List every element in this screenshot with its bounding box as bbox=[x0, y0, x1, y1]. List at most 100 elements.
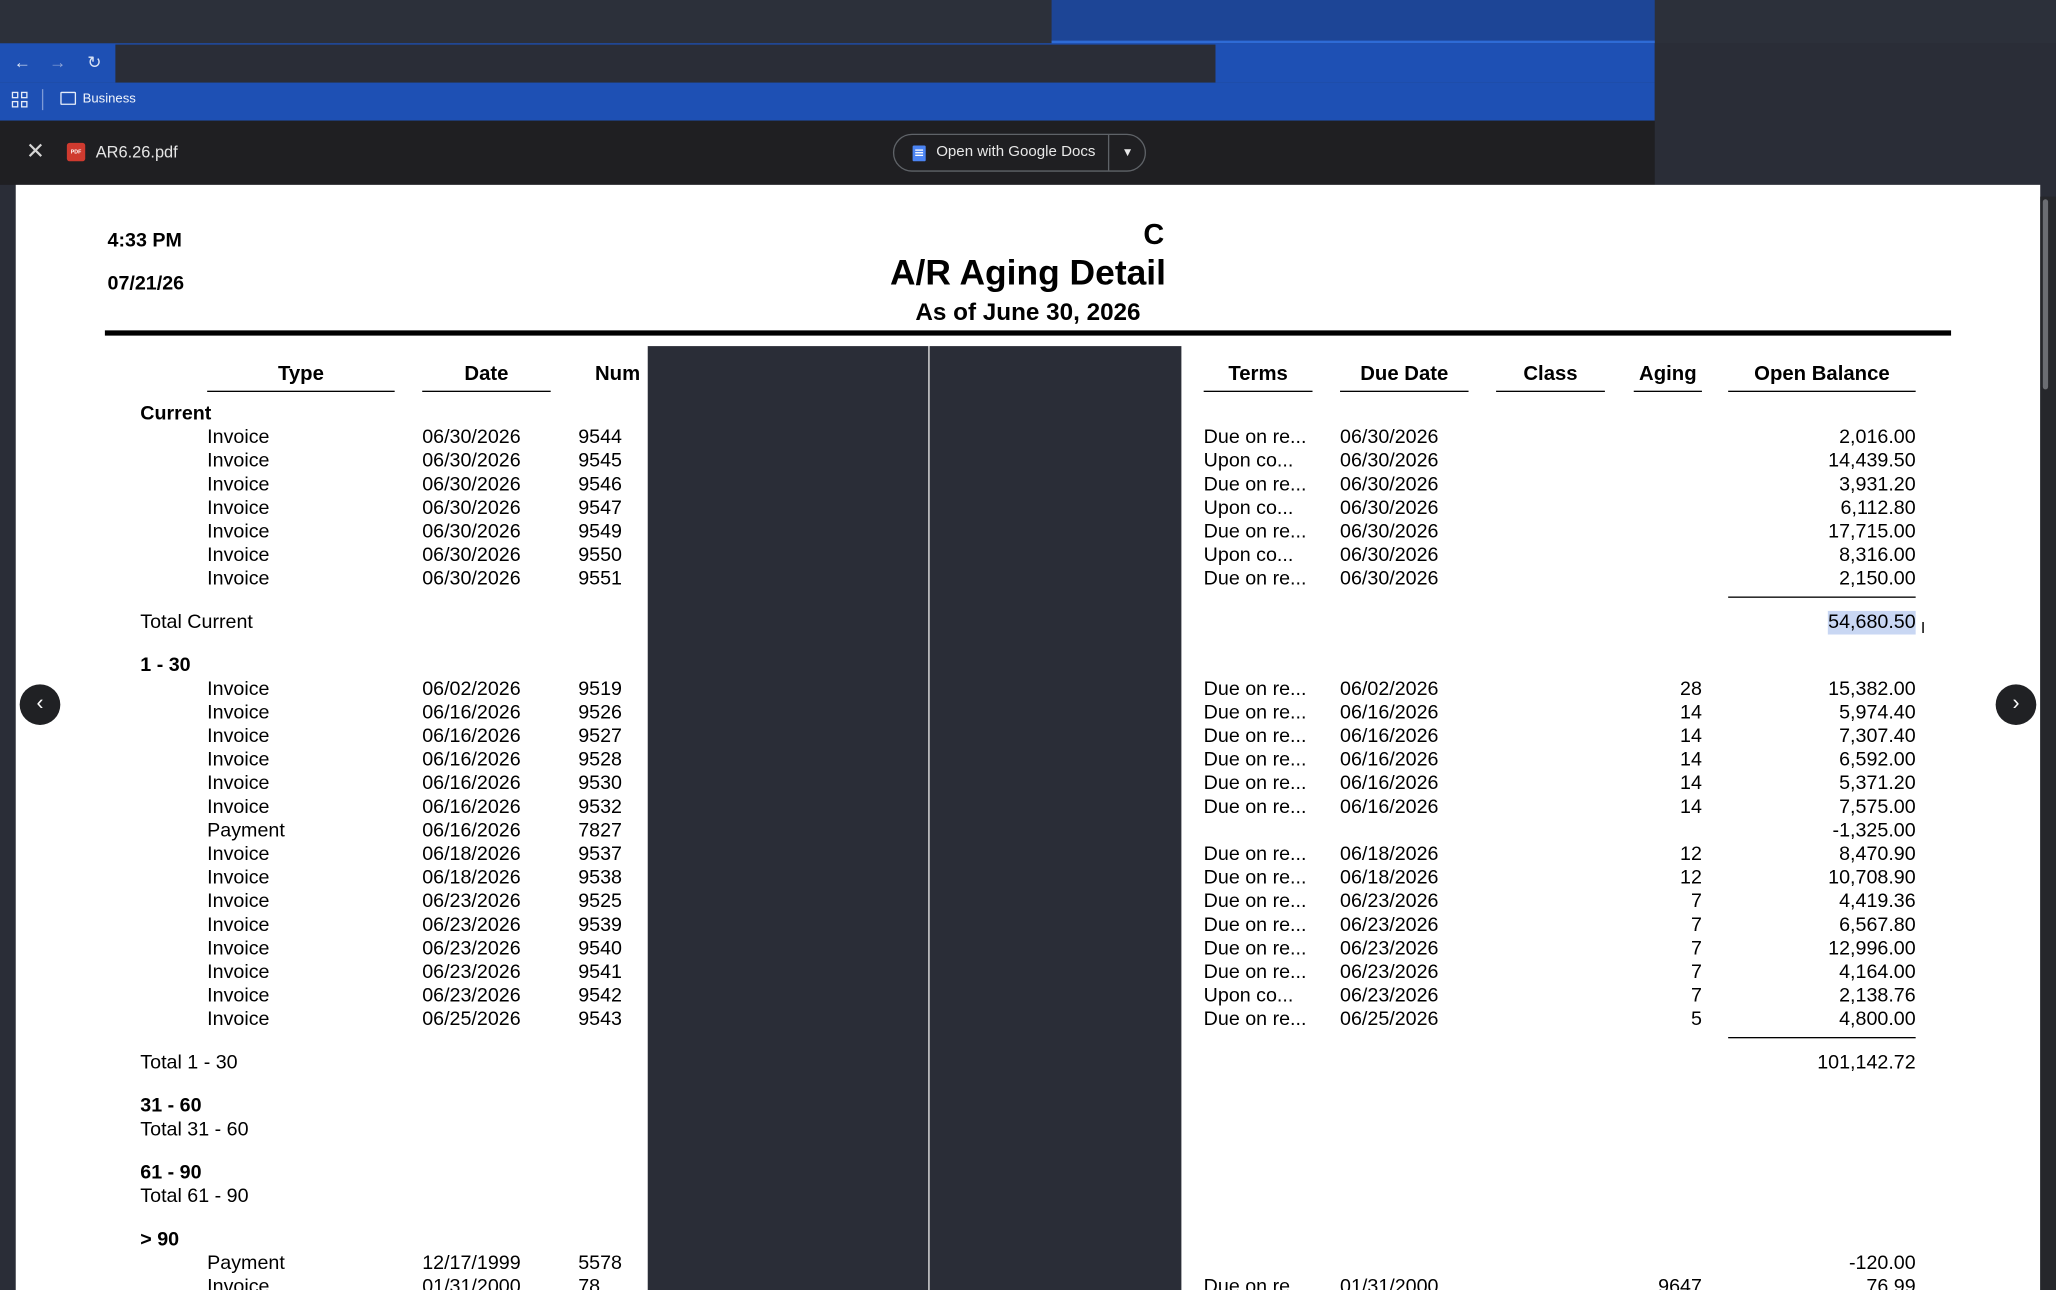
open-with-label: Open with Google Docs bbox=[936, 144, 1096, 160]
total-balance: 101,142.72 bbox=[1817, 1051, 1916, 1074]
subtotal-underline bbox=[1728, 1037, 1916, 1039]
cell-aging: 28 bbox=[1680, 677, 1702, 701]
cell-open-balance: 2,150.00 bbox=[1839, 567, 1916, 590]
cell-terms: Due on re... bbox=[1203, 677, 1307, 701]
column-header-class: Class bbox=[1523, 363, 1578, 386]
cell-open-balance: -120.00 bbox=[1848, 1252, 1916, 1275]
cell-terms: Due on re... bbox=[1203, 842, 1307, 866]
cell-open-balance: 17,715.00 bbox=[1828, 520, 1916, 543]
cell-open-balance: 4,164.00 bbox=[1839, 960, 1916, 984]
chevron-right-icon[interactable]: › bbox=[1995, 684, 2037, 725]
column-underline bbox=[1633, 390, 1702, 392]
cell-due-date: 06/23/2026 bbox=[1340, 890, 1439, 913]
cell-date: 06/23/2026 bbox=[422, 984, 521, 1007]
cell-date: 06/30/2026 bbox=[422, 544, 521, 567]
cell-aging: 12 bbox=[1680, 842, 1702, 866]
close-icon[interactable]: ✕ bbox=[22, 139, 48, 165]
cell-num: 9550 bbox=[578, 544, 623, 567]
address-bar[interactable] bbox=[115, 44, 1216, 83]
arrow-right-icon[interactable]: → bbox=[47, 52, 68, 73]
column-header-num: Num bbox=[594, 363, 641, 386]
cell-due-date: 06/23/2026 bbox=[1340, 960, 1439, 984]
cell-type: Invoice bbox=[207, 748, 270, 771]
cell-aging: 14 bbox=[1680, 701, 1702, 724]
cell-due-date: 06/30/2026 bbox=[1340, 473, 1439, 496]
arrow-left-icon[interactable]: ← bbox=[12, 52, 33, 73]
apps-grid-icon[interactable] bbox=[11, 91, 28, 108]
cell-type: Invoice bbox=[207, 496, 270, 520]
scrollbar-thumb[interactable] bbox=[2042, 199, 2049, 390]
cell-aging: 14 bbox=[1680, 795, 1702, 819]
cell-num: 78 bbox=[578, 1275, 601, 1290]
open-with-google-docs-button[interactable]: Open with Google Docs ▼ bbox=[892, 133, 1146, 172]
total-label: Total 61 - 90 bbox=[140, 1185, 249, 1208]
cell-type: Invoice bbox=[207, 701, 270, 724]
cell-num: 9539 bbox=[578, 913, 623, 937]
folder-icon[interactable] bbox=[60, 91, 77, 105]
google-docs-icon bbox=[912, 145, 926, 162]
cell-open-balance: 6,592.00 bbox=[1839, 748, 1916, 771]
cell-due-date: 06/30/2026 bbox=[1340, 567, 1439, 590]
cell-date: 06/18/2026 bbox=[422, 866, 521, 889]
cell-due-date: 06/16/2026 bbox=[1340, 724, 1439, 748]
cell-due-date: 06/16/2026 bbox=[1340, 772, 1439, 795]
cell-num: 9532 bbox=[578, 795, 623, 819]
cell-num: 9544 bbox=[578, 426, 623, 449]
cell-num: 9538 bbox=[578, 866, 623, 889]
cell-num: 9540 bbox=[578, 937, 623, 960]
cell-aging: 5 bbox=[1690, 1008, 1702, 1031]
cell-open-balance: 2,138.76 bbox=[1839, 984, 1916, 1007]
bookmarks-bar bbox=[0, 82, 1655, 121]
cell-open-balance: 10,708.90 bbox=[1828, 866, 1916, 889]
cell-due-date: 01/31/2000 bbox=[1340, 1275, 1439, 1290]
cell-type: Invoice bbox=[207, 890, 270, 913]
reload-icon[interactable]: ↻ bbox=[84, 52, 105, 73]
cell-open-balance: 8,470.90 bbox=[1839, 842, 1916, 866]
column-header-aging: Aging bbox=[1639, 363, 1697, 386]
section-label: 61 - 90 bbox=[140, 1161, 202, 1184]
cell-terms: Due on re... bbox=[1203, 701, 1307, 724]
company-name-fragment: C bbox=[1143, 217, 1165, 251]
selected-total-balance[interactable]: 54,680.50 bbox=[1828, 610, 1916, 635]
cell-due-date: 06/02/2026 bbox=[1340, 677, 1439, 701]
column-underline bbox=[207, 390, 395, 392]
cell-open-balance: 15,382.00 bbox=[1828, 677, 1916, 701]
caret-down-icon[interactable]: ▼ bbox=[1117, 143, 1138, 163]
column-header-terms: Terms bbox=[1228, 363, 1288, 386]
cell-due-date: 06/25/2026 bbox=[1340, 1008, 1439, 1031]
cell-date: 06/23/2026 bbox=[422, 937, 521, 960]
cell-num: 9530 bbox=[578, 772, 623, 795]
cell-type: Invoice bbox=[207, 473, 270, 496]
cell-num: 9519 bbox=[578, 677, 623, 701]
cell-num: 9541 bbox=[578, 960, 623, 984]
bookmark-folder-business[interactable]: Business bbox=[83, 89, 136, 110]
column-underline bbox=[1203, 390, 1313, 392]
cell-terms: Due on re... bbox=[1203, 1008, 1307, 1031]
cell-date: 06/18/2026 bbox=[422, 842, 521, 866]
cell-terms: Due on re... bbox=[1203, 890, 1307, 913]
cell-terms: Due on re... bbox=[1203, 748, 1307, 771]
report-subtitle: As of June 30, 2026 bbox=[915, 297, 1141, 326]
chevron-left-icon[interactable]: ‹ bbox=[19, 684, 61, 725]
cell-type: Invoice bbox=[207, 1275, 270, 1290]
cell-terms: Upon co... bbox=[1203, 496, 1294, 520]
total-label: Total 31 - 60 bbox=[140, 1118, 249, 1141]
cell-due-date: 06/23/2026 bbox=[1340, 984, 1439, 1007]
active-tab[interactable] bbox=[1051, 0, 1655, 44]
cell-type: Invoice bbox=[207, 677, 270, 701]
cell-terms: Upon co... bbox=[1203, 984, 1294, 1007]
cell-num: 9542 bbox=[578, 984, 623, 1007]
cell-open-balance: 76.99 bbox=[1866, 1275, 1916, 1290]
cell-aging: 7 bbox=[1690, 960, 1702, 984]
column-header-due-date: Due Date bbox=[1360, 363, 1449, 386]
cell-due-date: 06/30/2026 bbox=[1340, 520, 1439, 543]
pdf-viewer-bar bbox=[0, 120, 1655, 185]
cell-num: 9545 bbox=[578, 449, 623, 472]
cell-open-balance: 3,931.20 bbox=[1839, 473, 1916, 496]
cell-terms: Due on re... bbox=[1203, 426, 1307, 449]
file-name: AR6.26.pdf bbox=[95, 142, 178, 162]
column-underline bbox=[1496, 390, 1605, 392]
cell-terms: Due on re... bbox=[1203, 866, 1307, 889]
cell-type: Invoice bbox=[207, 913, 270, 937]
cell-open-balance: 7,575.00 bbox=[1839, 795, 1916, 819]
